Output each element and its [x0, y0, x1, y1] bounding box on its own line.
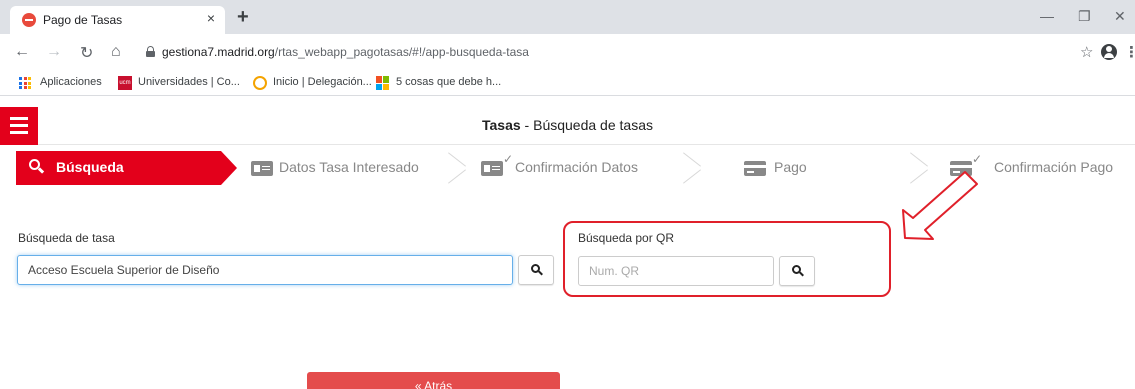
delegacion-icon: [253, 76, 267, 90]
reload-icon[interactable]: ↻: [80, 43, 93, 63]
step-busqueda[interactable]: Búsqueda: [16, 151, 237, 185]
step-pago[interactable]: Pago: [744, 151, 864, 185]
annotation-arrow-icon: [902, 171, 978, 240]
bookmark-item[interactable]: Aplicaciones: [40, 76, 102, 88]
step-label: Confirmación Pago: [994, 159, 1114, 175]
id-card-check-icon: [481, 161, 503, 176]
check-icon: ✓: [503, 152, 514, 166]
search-icon: [29, 159, 45, 174]
back-arrow-icon[interactable]: ←: [14, 43, 30, 61]
id-card-icon: [251, 161, 273, 176]
search-tasa-label: Búsqueda de tasa: [18, 231, 115, 245]
step-label: Búsqueda: [56, 159, 124, 175]
step-label: Datos Tasa Interesado: [279, 159, 419, 175]
browser-tabstrip: Pago de Tasas × + — ❐ ✕: [0, 0, 1135, 34]
annotation-highlight-box: [563, 221, 891, 297]
restore-icon[interactable]: ❐: [1078, 8, 1091, 25]
app-header: Tasas - Búsqueda de tasas: [0, 107, 1135, 145]
back-button-label: « Atrás: [414, 379, 453, 389]
home-icon[interactable]: ⌂: [111, 43, 121, 61]
page-title: Tasas - Búsqueda de tasas: [482, 117, 653, 133]
check-icon: ✓: [972, 152, 983, 166]
search-tasa-button[interactable]: [518, 255, 554, 285]
bookmarks-bar: Aplicaciones ucm Universidades | Co... I…: [0, 72, 1135, 96]
windows-icon: [376, 76, 390, 90]
favicon-icon: [22, 13, 36, 27]
new-tab-button[interactable]: +: [237, 6, 249, 29]
search-tasa-input[interactable]: [17, 255, 513, 285]
bookmark-item[interactable]: Inicio | Delegación...: [273, 76, 372, 88]
hamburger-menu-button[interactable]: [0, 107, 38, 145]
back-button[interactable]: « Atrás: [307, 372, 560, 389]
url-text: gestiona7.madrid.org/rtas_webapp_pagotas…: [162, 45, 529, 59]
close-window-icon[interactable]: ✕: [1114, 8, 1126, 25]
browser-menu-icon[interactable]: ⋮: [1124, 43, 1135, 61]
ucm-icon: ucm: [118, 76, 132, 90]
bookmark-item[interactable]: Universidades | Co...: [138, 76, 240, 88]
credit-card-icon: [744, 161, 766, 176]
minimize-icon[interactable]: —: [1040, 8, 1054, 24]
address-bar[interactable]: gestiona7.madrid.org/rtas_webapp_pagotas…: [142, 39, 1042, 67]
forward-arrow-icon[interactable]: →: [46, 43, 62, 61]
page: Pago de Tasas × + — ❐ ✕ ← → ↻ ⌂ gestiona…: [0, 0, 1135, 389]
step-separator: [681, 151, 699, 185]
step-datos-tasa[interactable]: Datos Tasa Interesado: [246, 151, 446, 185]
search-icon: [531, 264, 543, 276]
step-label: Pago: [774, 159, 807, 175]
account-icon[interactable]: [1101, 44, 1117, 60]
browser-toolbar: ← → ↻ ⌂ gestiona7.madrid.org/rtas_webapp…: [0, 34, 1135, 72]
tab-title: Pago de Tasas: [43, 13, 123, 27]
bookmark-item[interactable]: 5 cosas que debe h...: [396, 76, 501, 88]
step-confirmacion-datos[interactable]: ✓ Confirmación Datos: [481, 151, 691, 185]
lock-icon: [146, 46, 155, 57]
step-separator: [446, 151, 464, 185]
browser-tab[interactable]: Pago de Tasas ×: [10, 6, 225, 34]
apps-grid-icon: [18, 76, 32, 90]
step-label: Confirmación Datos: [515, 159, 638, 175]
bookmark-star-icon[interactable]: ☆: [1080, 43, 1093, 61]
tab-close-button[interactable]: ×: [207, 10, 215, 26]
